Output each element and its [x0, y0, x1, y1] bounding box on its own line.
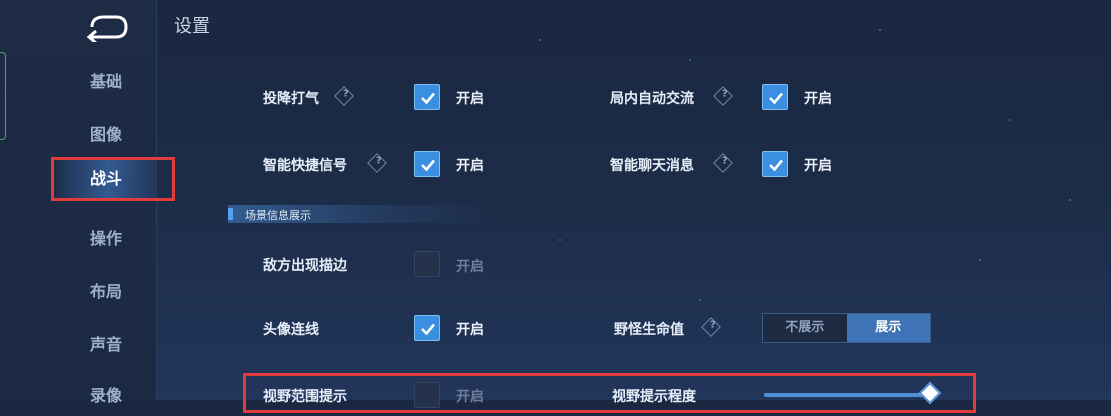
vision-range-label: 视野范围提示: [263, 389, 347, 405]
help-glyph: ?: [721, 155, 728, 167]
sidebar-accent-marker: [0, 52, 6, 140]
sidebar-item-battle[interactable]: 战斗: [50, 159, 156, 199]
check-icon: [421, 92, 435, 105]
smart-signal-checkbox[interactable]: [414, 151, 440, 177]
sidebar-item-layout[interactable]: 布局: [60, 272, 156, 312]
monster-hp-hide-option[interactable]: 不展示: [763, 314, 847, 342]
smart-signal-option: 开启: [456, 158, 484, 174]
smart-chat-checkbox[interactable]: [762, 151, 788, 177]
help-glyph: ?: [342, 88, 349, 100]
avatar-link-label: 头像连线: [263, 322, 319, 338]
check-icon: [421, 159, 435, 172]
surrender-vote-option: 开启: [456, 91, 484, 107]
sidebar-item-controls[interactable]: 操作: [60, 219, 156, 259]
smart-signal-label: 智能快捷信号: [263, 158, 347, 174]
sidebar-item-basic[interactable]: 基础: [60, 62, 156, 102]
avatar-link-checkbox[interactable]: [414, 315, 440, 341]
in-game-chat-label: 局内自动交流: [610, 91, 694, 107]
background-stars: [539, 29, 1071, 301]
section-tick: [228, 208, 233, 220]
back-arrow-icon[interactable]: [82, 12, 132, 42]
help-icon[interactable]: ?: [713, 86, 733, 106]
sidebar-item-replay[interactable]: 录像: [60, 376, 156, 416]
vision-range-checkbox[interactable]: [414, 382, 440, 408]
help-icon[interactable]: ?: [701, 317, 721, 337]
help-icon[interactable]: ?: [334, 86, 354, 106]
sidebar-item-graphics[interactable]: 图像: [60, 115, 156, 155]
enemy-outline-label: 敌方出现描边: [263, 258, 347, 274]
smart-chat-option: 开启: [804, 158, 832, 174]
vision-hint-level-slider-thumb[interactable]: [918, 381, 942, 405]
avatar-link-option: 开启: [456, 322, 484, 338]
sidebar: 基础 图像 战斗 操作 布局 声音 录像: [0, 0, 157, 405]
help-glyph: ?: [721, 88, 728, 100]
in-game-chat-checkbox[interactable]: [762, 84, 788, 110]
surrender-vote-label: 投降打气: [263, 91, 319, 107]
sidebar-item-sound[interactable]: 声音: [60, 325, 156, 365]
monster-hp-show-option[interactable]: 展示: [846, 314, 930, 342]
section-title-scene-info: 场景信息展示: [245, 209, 311, 222]
smart-chat-label: 智能聊天消息: [610, 158, 694, 174]
page-title: 设置: [174, 16, 210, 37]
surrender-vote-checkbox[interactable]: [414, 84, 440, 110]
in-game-chat-option: 开启: [804, 91, 832, 107]
vision-range-option: 开启: [456, 389, 484, 405]
enemy-outline-option: 开启: [456, 259, 484, 275]
vision-hint-level-slider-track[interactable]: [764, 393, 934, 397]
monster-hp-segmented-control: 不展示 展示: [762, 313, 931, 343]
help-icon[interactable]: ?: [367, 153, 387, 173]
help-glyph: ?: [709, 319, 716, 331]
monster-hp-label: 野怪生命值: [614, 322, 684, 338]
help-icon[interactable]: ?: [713, 153, 733, 173]
help-glyph: ?: [375, 155, 382, 167]
check-icon: [769, 92, 783, 105]
vision-hint-level-label: 视野提示程度: [612, 389, 696, 405]
enemy-outline-checkbox[interactable]: [414, 251, 440, 277]
check-icon: [421, 323, 435, 336]
check-icon: [769, 159, 783, 172]
